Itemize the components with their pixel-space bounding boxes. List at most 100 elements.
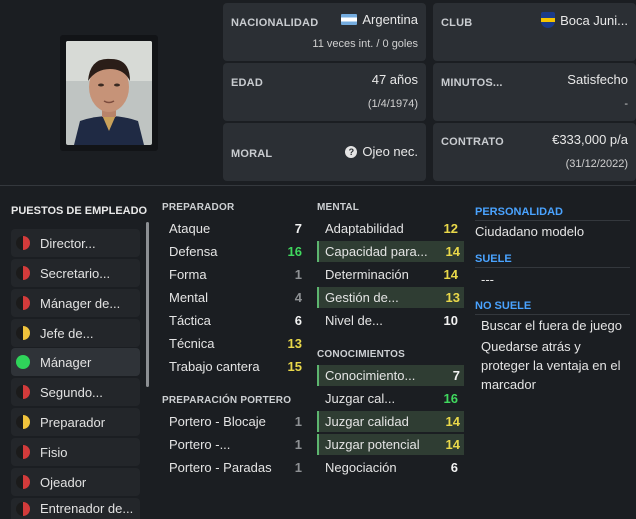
- suitability-dot-icon: [16, 236, 30, 250]
- attribute-value: 15: [287, 359, 302, 374]
- attribute-value: 13: [445, 290, 460, 305]
- attribute-row-key: Juzgar calidad 14: [317, 411, 464, 432]
- attribute-row-key: Conocimiento... 7: [317, 365, 464, 386]
- preparador-title: PREPARADOR: [162, 202, 235, 213]
- attribute-row: Ataque 7: [163, 218, 306, 239]
- nationality-value: Argentina: [341, 12, 418, 27]
- attribute-name: Adaptabilidad: [325, 221, 404, 236]
- attribute-value: 10: [443, 313, 458, 328]
- morale-label: MORAL: [231, 148, 273, 160]
- suitability-dot-icon: [16, 355, 30, 369]
- attribute-name: Juzgar calidad: [325, 414, 409, 429]
- position-label: Entrenador de...: [40, 501, 134, 516]
- attribute-value: 1: [294, 267, 302, 282]
- attribute-value: 6: [294, 313, 302, 328]
- suitability-dot-icon: [16, 266, 30, 280]
- contract-card: CONTRATO €333,000 p/a (31/12/2022): [433, 123, 636, 181]
- position-label: Jefe de...: [40, 325, 94, 341]
- position-item[interactable]: Secretario...: [11, 259, 140, 287]
- attribute-row: Portero - Paradas 1: [163, 457, 306, 478]
- suitability-dot-icon: [16, 445, 30, 459]
- attribute-row: Nivel de... 10: [319, 310, 462, 331]
- attribute-row: Defensa 16: [163, 241, 306, 262]
- attribute-value: 14: [443, 267, 458, 282]
- position-item[interactable]: Fisio: [11, 438, 140, 466]
- attribute-row: Determinación 14: [319, 264, 462, 285]
- position-label: Segundo...: [40, 384, 103, 400]
- attribute-value: 12: [443, 221, 458, 236]
- position-label: Preparador: [40, 414, 106, 430]
- attribute-value: 7: [452, 368, 460, 383]
- morale-text: Ojeo nec.: [362, 144, 418, 159]
- suitability-dot-icon: [16, 296, 30, 310]
- attribute-value: 16: [287, 244, 302, 259]
- nosuele-title: NO SUELE: [475, 300, 532, 312]
- attribute-row-key: Gestión de... 13: [317, 287, 464, 308]
- contract-label: CONTRATO: [441, 136, 504, 148]
- club-value: Boca Juni...: [541, 12, 628, 28]
- suitability-dot-icon: [16, 475, 30, 489]
- attribute-row: Técnica 13: [163, 333, 306, 354]
- club-label: CLUB: [441, 17, 473, 29]
- conocimientos-title: CONOCIMIENTOS: [317, 349, 405, 360]
- club-name[interactable]: Boca Juni...: [560, 13, 628, 28]
- contract-value[interactable]: €333,000 p/a: [552, 132, 628, 147]
- position-item[interactable]: Director...: [11, 229, 140, 257]
- position-item[interactable]: Mánager de...: [11, 289, 140, 317]
- attribute-name: Conocimiento...: [325, 368, 416, 383]
- attribute-value: 6: [450, 460, 458, 475]
- attribute-row: Juzgar cal... 16: [319, 388, 462, 409]
- attribute-name: Negociación: [325, 460, 397, 475]
- position-item[interactable]: Entrenador de...: [11, 498, 140, 519]
- position-item[interactable]: Segundo...: [11, 378, 140, 406]
- minutes-sub: -: [624, 98, 628, 110]
- positions-title: PUESTOS DE EMPLEADO: [11, 205, 148, 217]
- attribute-row: Negociación 6: [319, 457, 462, 478]
- mental-title: MENTAL: [317, 202, 360, 213]
- scout-icon: ?: [345, 145, 358, 158]
- attribute-row-key: Juzgar potencial 14: [317, 434, 464, 455]
- suitability-dot-icon: [16, 385, 30, 399]
- nosuele-divider: [475, 314, 630, 315]
- attribute-row: Táctica 6: [163, 310, 306, 331]
- position-item[interactable]: Ojeador: [11, 468, 140, 496]
- suele-value: ---: [481, 272, 494, 287]
- attribute-row: Mental 4: [163, 287, 306, 308]
- nationality-label: NACIONALIDAD: [231, 17, 319, 29]
- position-label: Director...: [40, 235, 96, 251]
- attribute-row: Portero - Blocaje 1: [163, 411, 306, 432]
- attribute-name: Gestión de...: [325, 290, 399, 305]
- attribute-value: 14: [445, 414, 460, 429]
- attribute-name: Juzgar cal...: [325, 391, 396, 406]
- attribute-name: Juzgar potencial: [325, 437, 420, 452]
- attribute-name: Mental: [169, 290, 209, 305]
- position-item-selected[interactable]: Mánager: [11, 348, 140, 376]
- attribute-row: Adaptabilidad 12: [319, 218, 462, 239]
- attribute-row: Trabajo cantera 15: [163, 356, 306, 377]
- section-divider: [0, 185, 636, 186]
- suitability-dot-icon: [16, 501, 30, 516]
- position-item[interactable]: Preparador: [11, 408, 140, 436]
- position-label: Fisio: [40, 444, 68, 460]
- attribute-value: 14: [445, 437, 460, 452]
- attribute-value: 16: [443, 391, 458, 406]
- age-card: EDAD 47 años (1/4/1974): [223, 63, 426, 121]
- attribute-value: 14: [445, 244, 460, 259]
- staff-photo: [66, 41, 152, 145]
- attribute-name: Ataque: [169, 221, 211, 236]
- caps-goals: 11 veces int. / 0 goles: [312, 38, 418, 50]
- attribute-name: Portero - Blocaje: [169, 414, 266, 429]
- positions-scrollbar[interactable]: [146, 222, 149, 387]
- personality-divider: [475, 220, 630, 221]
- nationality-country[interactable]: Argentina: [362, 12, 418, 27]
- argentina-flag-icon: [341, 14, 358, 25]
- age-value: 47 años: [371, 72, 418, 87]
- attribute-name: Trabajo cantera: [169, 359, 260, 374]
- nosuele-item: Quedarse atrás y proteger la ventaja en …: [481, 339, 621, 392]
- position-item[interactable]: Jefe de...: [11, 319, 140, 347]
- boca-juniors-badge-icon: [541, 12, 556, 28]
- personality-value: Ciudadano modelo: [475, 224, 585, 239]
- attribute-value: 1: [294, 414, 302, 429]
- attribute-value: 7: [294, 221, 302, 236]
- attribute-value: 1: [294, 437, 302, 452]
